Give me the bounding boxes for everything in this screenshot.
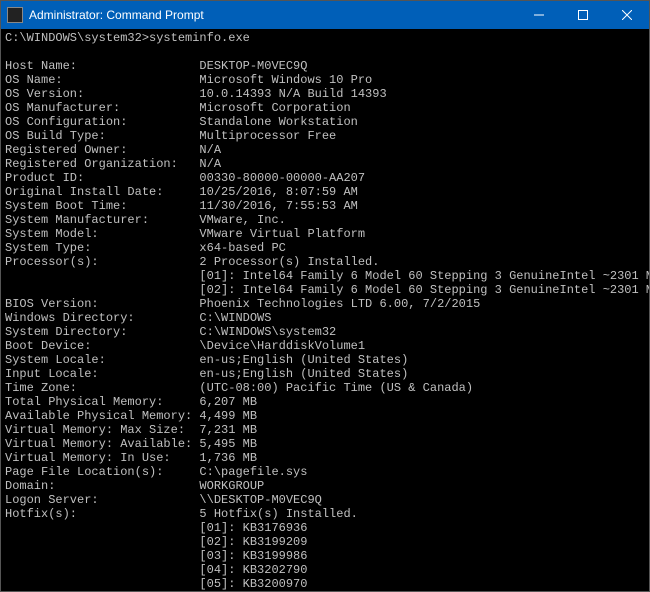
close-button[interactable]: [605, 1, 649, 29]
maximize-icon: [578, 10, 588, 20]
maximize-button[interactable]: [561, 1, 605, 29]
terminal-output[interactable]: C:\WINDOWS\system32>systeminfo.exe Host …: [1, 29, 649, 591]
minimize-icon: [534, 10, 544, 20]
titlebar[interactable]: Administrator: Command Prompt: [1, 1, 649, 29]
close-icon: [622, 10, 632, 20]
cmd-icon: [7, 7, 23, 23]
minimize-button[interactable]: [517, 1, 561, 29]
window-title: Administrator: Command Prompt: [29, 8, 517, 22]
command-prompt-window: Administrator: Command Prompt C:\WINDOWS…: [0, 0, 650, 592]
